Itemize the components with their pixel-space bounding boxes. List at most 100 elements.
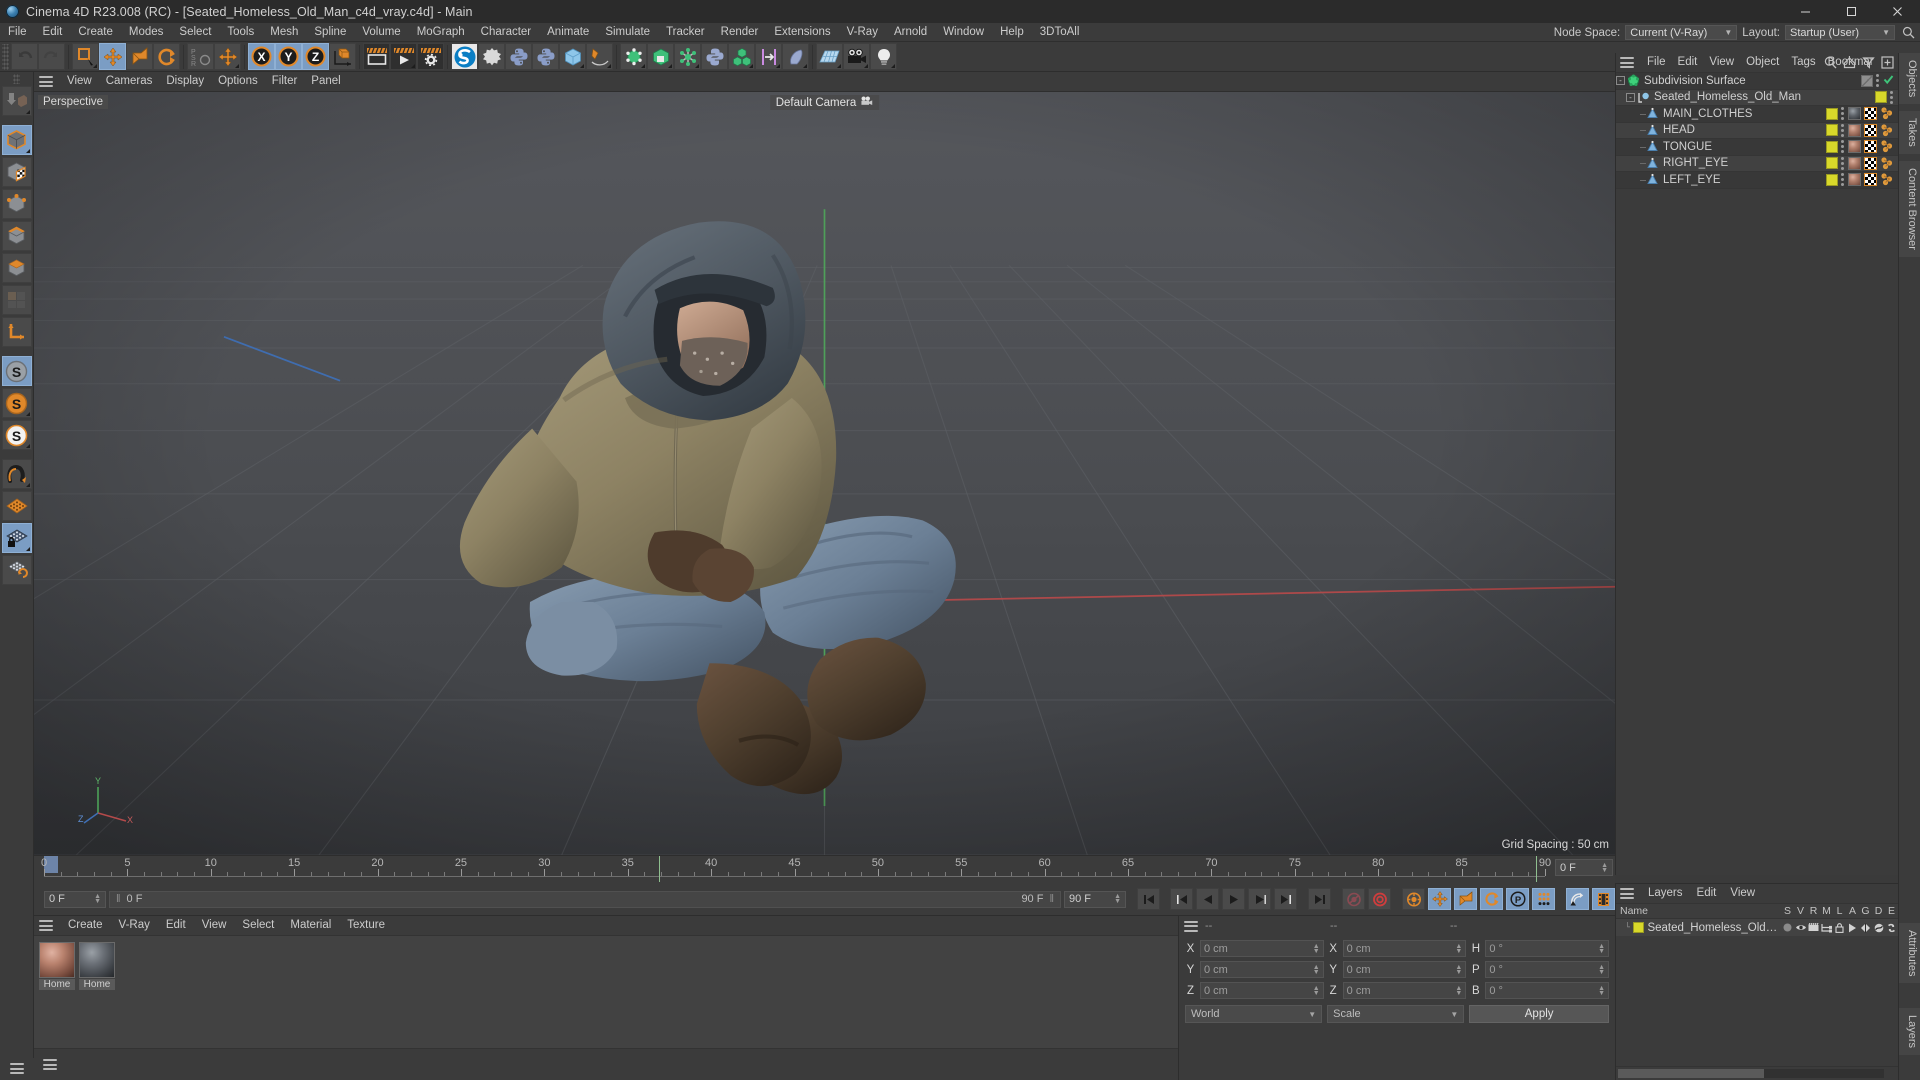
- menu-simulate[interactable]: Simulate: [597, 23, 658, 42]
- coord-field-rot-h[interactable]: 0 ° ▲ ▼: [1485, 940, 1610, 957]
- object-layer-swatch[interactable]: [1826, 124, 1838, 137]
- uvw-tag-icon[interactable]: [1864, 173, 1877, 187]
- menu-render[interactable]: Render: [713, 23, 767, 42]
- stepper-icon[interactable]: ▲ ▼: [1313, 964, 1320, 976]
- material-tag-icon[interactable]: [1848, 173, 1861, 187]
- points-mode-tool[interactable]: [1, 189, 32, 219]
- menu-arnold[interactable]: Arnold: [886, 23, 935, 42]
- light-tool[interactable]: [870, 43, 897, 70]
- phong-tag-icon[interactable]: [1880, 173, 1894, 186]
- object-axis-tool[interactable]: S: [1, 420, 32, 450]
- object-row[interactable]: HEAD: [1616, 122, 1898, 139]
- layer-solo-toggle[interactable]: [1781, 923, 1794, 932]
- edges-mode-tool[interactable]: [1, 221, 32, 251]
- apply-button[interactable]: Apply: [1469, 1005, 1609, 1023]
- material-menu-select[interactable]: Select: [234, 916, 282, 935]
- maximize-button[interactable]: [1828, 0, 1874, 23]
- object-menu-object[interactable]: Object: [1740, 53, 1785, 72]
- cineware-tool[interactable]: [478, 43, 505, 70]
- viewport-camera-label[interactable]: Default Camera: [769, 95, 880, 110]
- uvw-tag-icon[interactable]: [1864, 123, 1877, 137]
- render-settings-tool[interactable]: [417, 43, 444, 70]
- layer-deformer-toggle[interactable]: [1872, 923, 1885, 933]
- substance-tool[interactable]: [451, 43, 478, 70]
- play-button[interactable]: [1222, 888, 1245, 910]
- object-row[interactable]: RIGHT_EYE: [1616, 155, 1898, 172]
- material-menu-create[interactable]: Create: [60, 916, 111, 935]
- object-dots-icon[interactable]: [1841, 107, 1845, 121]
- stepper-icon[interactable]: ▲ ▼: [1313, 943, 1320, 955]
- go-to-start-button[interactable]: [1137, 888, 1160, 910]
- phong-tag-icon[interactable]: [1880, 157, 1894, 170]
- layers-horizontal-scrollbar[interactable]: [1618, 1069, 1884, 1078]
- coord-field-rot-p[interactable]: 0 ° ▲ ▼: [1485, 961, 1610, 978]
- viewport-hamburger-icon[interactable]: [38, 75, 54, 88]
- bend-tool[interactable]: [782, 43, 809, 70]
- layout-select[interactable]: Startup (User) ▼: [1785, 25, 1895, 40]
- uvw-tag-icon[interactable]: [1864, 107, 1877, 121]
- python-generator-tool[interactable]: [505, 43, 532, 70]
- python-tag-tool[interactable]: [532, 43, 559, 70]
- layer-row[interactable]: └ Seated_Homeless_Old_Man: [1616, 919, 1898, 936]
- material-menu-texture[interactable]: Texture: [339, 916, 393, 935]
- record-active-objects-button[interactable]: [1342, 888, 1365, 910]
- viewport-menu-panel[interactable]: Panel: [304, 72, 347, 91]
- world-object-axis-tool[interactable]: [329, 43, 356, 70]
- nurbs-tool[interactable]: [620, 43, 647, 70]
- coord-field-pos-x[interactable]: 0 cm ▲ ▼: [1200, 940, 1324, 957]
- material-menu-view[interactable]: View: [194, 916, 235, 935]
- tab-takes[interactable]: Takes: [1899, 111, 1920, 155]
- go-to-next-frame-button[interactable]: [1248, 888, 1271, 910]
- timeline-end-field[interactable]: 0 F ▲ ▼: [1555, 859, 1613, 876]
- layers-menu-layers[interactable]: Layers: [1641, 884, 1690, 903]
- dynamics-button[interactable]: [1566, 888, 1589, 910]
- camera-tool[interactable]: [843, 43, 870, 70]
- material-tag-icon[interactable]: [1848, 107, 1861, 121]
- coord-field-size-y[interactable]: 0 cm ▲ ▼: [1342, 961, 1467, 978]
- expander-toggle[interactable]: -: [1626, 92, 1635, 102]
- cloner-tool[interactable]: [674, 43, 701, 70]
- object-dots-icon[interactable]: [1890, 90, 1894, 104]
- menu-extensions[interactable]: Extensions: [766, 23, 838, 42]
- scale-key-button[interactable]: [1454, 888, 1477, 910]
- coord-field-pos-z[interactable]: 0 cm ▲ ▼: [1200, 982, 1324, 999]
- viewport-menu-display[interactable]: Display: [159, 72, 211, 91]
- coord-field-size-z[interactable]: 0 cm ▲ ▼: [1342, 982, 1467, 999]
- material-menu-vray[interactable]: V-Ray: [111, 916, 158, 935]
- object-dots-icon[interactable]: [1841, 123, 1845, 137]
- footer-hamburger-icon[interactable]: [42, 1058, 58, 1071]
- tab-layers[interactable]: Layers: [1899, 1007, 1920, 1055]
- search-icon[interactable]: [1823, 55, 1838, 70]
- viewport-menu-filter[interactable]: Filter: [265, 72, 305, 91]
- minimize-button[interactable]: [1782, 0, 1828, 23]
- layer-animation-toggle[interactable]: [1846, 923, 1859, 933]
- palette-grip[interactable]: [13, 74, 20, 84]
- undo-tool[interactable]: [11, 43, 38, 70]
- render-view-tool[interactable]: [363, 43, 390, 70]
- close-button[interactable]: [1874, 0, 1920, 23]
- menu-tracker[interactable]: Tracker: [658, 23, 713, 42]
- stepper-icon[interactable]: ▲ ▼: [1114, 893, 1121, 905]
- material-hamburger-icon[interactable]: [38, 919, 54, 932]
- timeline-ruler[interactable]: 0 5 10 15 20 25 30 35 40 45 50 55 60 65 70 75 80 85 90: [41, 856, 1551, 882]
- object-menu-file[interactable]: File: [1641, 53, 1672, 72]
- stepper-icon[interactable]: ▲ ▼: [1455, 964, 1462, 976]
- object-layer-swatch[interactable]: [1875, 91, 1887, 104]
- object-row[interactable]: LEFT_EYE: [1616, 172, 1898, 189]
- model-mode-tool[interactable]: [1, 125, 32, 155]
- layers-menu-view[interactable]: View: [1723, 884, 1762, 903]
- home-icon[interactable]: [1842, 55, 1857, 70]
- layer-color-swatch[interactable]: [1633, 922, 1645, 933]
- menu-animate[interactable]: Animate: [539, 23, 597, 42]
- object-row[interactable]: TONGUE: [1616, 139, 1898, 156]
- floor-tool[interactable]: [816, 43, 843, 70]
- object-menu-edit[interactable]: Edit: [1672, 53, 1704, 72]
- layer-visible-toggle[interactable]: [1794, 923, 1807, 932]
- rotation-key-button[interactable]: [1480, 888, 1503, 910]
- world-axis-tool[interactable]: S: [1, 388, 32, 418]
- object-layer-swatch[interactable]: [1826, 140, 1838, 153]
- object-row[interactable]: MAIN_CLOTHES: [1616, 106, 1898, 123]
- node-space-select[interactable]: Current (V-Ray) ▼: [1625, 25, 1738, 40]
- menu-select[interactable]: Select: [171, 23, 219, 42]
- snap-tool[interactable]: [1, 459, 32, 489]
